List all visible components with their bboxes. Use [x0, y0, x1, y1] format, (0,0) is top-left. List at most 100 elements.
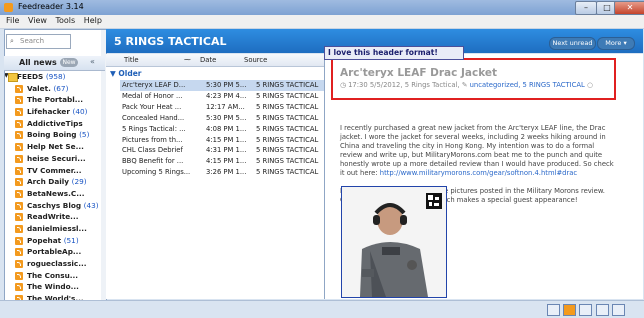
- feed-item-name: PortableAp...: [27, 247, 82, 257]
- feed-item[interactable]: TV Commer...: [5, 166, 104, 178]
- minimize-button[interactable]: –: [575, 1, 597, 15]
- share-icon[interactable]: ○: [587, 81, 593, 89]
- row-title: Medal of Honor ...: [122, 91, 183, 100]
- row-source: 5 RINGS TACTICAL: [256, 124, 319, 133]
- row-source: 5 RINGS TACTICAL: [256, 146, 319, 155]
- more-button[interactable]: More ▾: [597, 37, 635, 50]
- feed-item-count: (40): [72, 107, 88, 117]
- feed-item-name: The Portabl...: [27, 95, 84, 105]
- feed-item[interactable]: AddictiveTips: [5, 119, 104, 131]
- review-link[interactable]: http://www.militarymorons.com/gear/softn…: [380, 169, 577, 177]
- row-title: CHL Class Debrief: [122, 146, 183, 155]
- category-link[interactable]: uncategorized,: [470, 81, 521, 89]
- table-row[interactable]: Pack Your Heat ... 12:17 AM... 5 RINGS TAC…: [120, 102, 324, 113]
- feed-item[interactable]: Help Net Se...: [5, 142, 104, 154]
- fullscreen-icon[interactable]: [612, 304, 625, 316]
- close-button[interactable]: ✕: [614, 1, 644, 15]
- feed-item[interactable]: Arch Daily (29): [5, 177, 104, 189]
- feed-item[interactable]: The Portabl...: [5, 95, 104, 107]
- status-bar: [0, 300, 644, 318]
- row-source: 5 RINGS TACTICAL: [256, 113, 319, 122]
- table-row[interactable]: Concealed Hand... 5:30 PM 5... 5 RINGS TAC…: [120, 113, 324, 124]
- rss-icon: [15, 248, 23, 257]
- feed-root[interactable]: ▼ FEEDS (958): [5, 72, 104, 84]
- table-row[interactable]: Pictures from th... 4:15 PM 1... 5 RINGS T…: [120, 135, 324, 146]
- menu-bar: File View Tools Help: [0, 15, 644, 29]
- tag-icon: ✎: [461, 81, 468, 89]
- column-date[interactable]: Date: [200, 56, 216, 64]
- table-row[interactable]: Arc'teryx LEAF D... 5:30 PM 5... 5 RINGS T…: [120, 80, 324, 91]
- new-button[interactable]: New: [60, 58, 78, 67]
- next-unread-button[interactable]: Next unread: [549, 37, 596, 50]
- row-source: 5 RINGS TACTICAL: [256, 168, 319, 177]
- row-source: 5 RINGS TACTICAL: [256, 102, 319, 111]
- feed-item[interactable]: heise Securi...: [5, 154, 104, 166]
- feed-item[interactable]: PortableAp...: [5, 247, 104, 259]
- feed-item-name: The Consu...: [27, 270, 79, 280]
- feed-item[interactable]: Boing Boing (5): [5, 130, 104, 142]
- view-icon[interactable]: [596, 304, 609, 316]
- row-title: BBQ Benefit for ...: [122, 157, 184, 166]
- table-row[interactable]: Upcoming 5 Rings... 3:26 PM 1... 5 RINGS T…: [120, 167, 324, 178]
- feed-item-name: Popehat: [27, 235, 62, 245]
- rss-icon: [15, 96, 23, 105]
- rss-icon: [15, 166, 23, 175]
- feed-item[interactable]: rogueclassic...: [5, 259, 104, 271]
- highlight-box: [331, 58, 616, 100]
- row-date: 5:30 PM 5...: [206, 81, 247, 89]
- sort-icon[interactable]: ⁓: [184, 56, 191, 64]
- search-placeholder: Search: [20, 37, 45, 45]
- search-input[interactable]: ⌕ Search: [6, 34, 71, 49]
- feed-item[interactable]: danielmiessl...: [5, 224, 104, 236]
- all-news-bar: All news New «: [4, 56, 105, 71]
- article-image: [341, 186, 447, 298]
- feed-item[interactable]: The Consu...: [5, 271, 104, 283]
- rss-icon[interactable]: [563, 304, 576, 316]
- rss-icon: [15, 271, 23, 280]
- collapse-icon[interactable]: «: [90, 57, 95, 66]
- article-title[interactable]: Arc'teryx LEAF Drac Jacket: [340, 67, 497, 79]
- feed-item-count: (29): [71, 177, 87, 187]
- feed-item-name: Valet.: [27, 83, 51, 93]
- meta-text: 17:30 5/5/2012, 5 Rings Tactical,: [348, 81, 460, 89]
- group-older[interactable]: ▼ Older: [110, 69, 142, 78]
- feed-item-name: Caschys Blog: [27, 200, 82, 210]
- feed-root-count: (958): [45, 72, 66, 81]
- layout-icon[interactable]: [579, 304, 592, 316]
- column-title[interactable]: Title: [124, 56, 139, 64]
- row-date: 3:26 PM 1...: [206, 168, 247, 177]
- feed-item[interactable]: Valet. (67): [5, 84, 104, 96]
- row-title: 5 Rings Tactical: ...: [122, 124, 186, 133]
- table-row[interactable]: 5 Rings Tactical: ... 4:08 PM 1... 5 RINGS…: [120, 124, 324, 135]
- feed-list: ▼ FEEDS (958) Valet. (67) The Portabl... …: [5, 72, 104, 306]
- row-date: 4:31 PM 1...: [206, 146, 247, 155]
- menu-view[interactable]: View: [28, 16, 47, 25]
- rss-icon: [15, 84, 23, 93]
- feed-item-count: (43): [83, 200, 99, 210]
- row-date: 5:30 PM 5...: [206, 113, 247, 122]
- sync-icon[interactable]: [547, 304, 560, 316]
- feed-item[interactable]: BetaNews.C...: [5, 189, 104, 201]
- rss-icon: [15, 154, 23, 163]
- menu-file[interactable]: File: [6, 16, 19, 25]
- column-source[interactable]: Source: [244, 56, 267, 64]
- table-row[interactable]: CHL Class Debrief 4:31 PM 1... 5 RINGS TAC…: [120, 145, 324, 156]
- feed-item-name: BetaNews.C...: [27, 188, 85, 198]
- all-news-label[interactable]: All news: [19, 58, 57, 67]
- source-link[interactable]: 5 RINGS TACTICAL: [523, 81, 585, 89]
- rss-icon: [15, 201, 23, 210]
- feed-item[interactable]: Lifehacker (40): [5, 107, 104, 119]
- app-icon: [4, 3, 13, 12]
- feed-item[interactable]: Caschys Blog (43): [5, 201, 104, 213]
- feed-item[interactable]: The Windo...: [5, 282, 104, 294]
- feed-item[interactable]: Popehat (51): [5, 236, 104, 248]
- table-row[interactable]: Medal of Honor ... 4:23 PM 4... 5 RINGS TA…: [120, 91, 324, 102]
- list-header: Title ⁓ Date Source: [106, 54, 324, 67]
- menu-tools[interactable]: Tools: [55, 16, 75, 25]
- feed-item-count: (67): [53, 83, 69, 93]
- rss-icon: [15, 108, 23, 117]
- menu-help[interactable]: Help: [84, 16, 102, 25]
- feed-item[interactable]: ReadWrite...: [5, 212, 104, 224]
- table-row[interactable]: BBQ Benefit for ... 4:15 PM 1... 5 RINGS T…: [120, 156, 324, 167]
- row-date: 4:08 PM 1...: [206, 124, 247, 133]
